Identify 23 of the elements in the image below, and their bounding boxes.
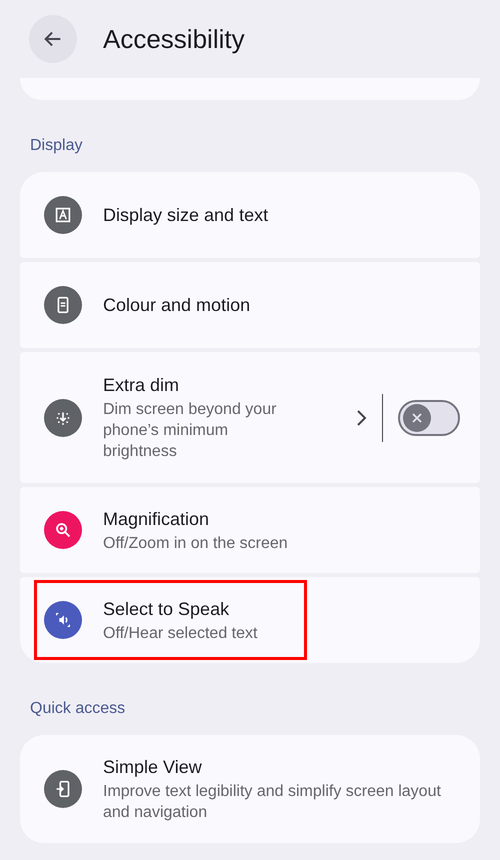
- item-title: Select to Speak: [103, 598, 230, 620]
- settings-item[interactable]: Display size and text: [20, 172, 480, 258]
- item-description: Dim screen beyond your phone’s minimum brightness: [103, 400, 278, 462]
- settings-item[interactable]: Simple View Improve text legibility and simplify screen layout and navigation: [20, 735, 480, 843]
- item-title: Extra dim: [103, 374, 180, 397]
- item-description: Improve text legibility and simplify screen layout and navigation: [103, 782, 442, 823]
- item-title: Colour and motion: [103, 294, 252, 317]
- settings-item[interactable]: Magnification Off/Zoom in on the screen: [20, 487, 480, 573]
- settings-item[interactable]: Colour and motion: [20, 262, 480, 348]
- settings-item[interactable]: Select to Speak Off/Hear selected text: [20, 577, 480, 663]
- settings-item[interactable]: Extra dim Dim screen beyond your phone’s minimum brightness: [20, 352, 480, 483]
- back-button[interactable]: [29, 15, 77, 63]
- chevron-right-icon: [356, 408, 368, 426]
- item-title: Magnification: [103, 508, 210, 530]
- close-icon: [410, 410, 424, 424]
- section-header: Display: [29, 136, 84, 156]
- item-description: Off/Zoom in on the screen: [103, 534, 289, 554]
- item-title: Display size and text: [103, 204, 270, 227]
- page-title: Accessibility: [103, 22, 245, 56]
- item-description: Off/Hear selected text: [103, 624, 258, 644]
- toggle-switch[interactable]: [398, 400, 460, 436]
- section-header: Quick access: [29, 699, 126, 719]
- item-title: Simple View: [103, 756, 203, 779]
